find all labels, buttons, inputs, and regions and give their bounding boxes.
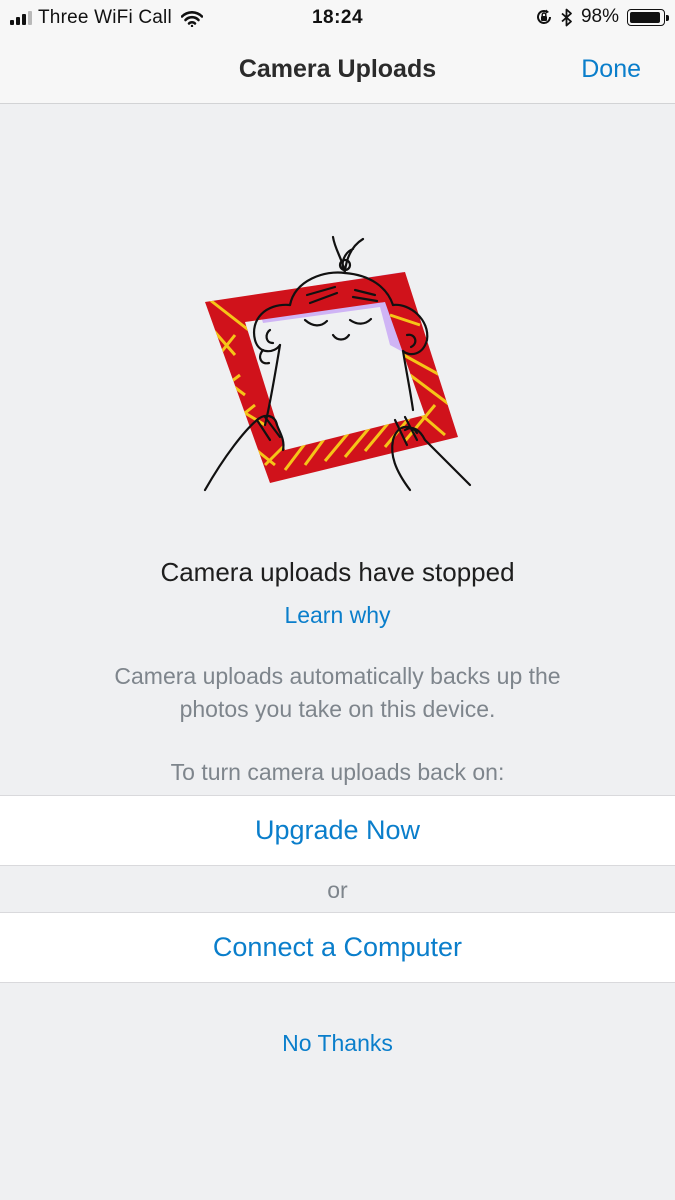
battery-icon (627, 8, 669, 26)
page-title: Camera Uploads (238, 55, 437, 83)
status-bar: Three WiFi Call 18:24 98% (0, 0, 675, 38)
upgrade-now-label: Upgrade Now (254, 815, 421, 845)
camera-frame-illustration (203, 235, 472, 492)
done-button[interactable]: Done (581, 55, 641, 84)
upgrade-now-button[interactable]: Upgrade Now (0, 795, 675, 866)
status-headline: Camera uploads have stopped (160, 557, 515, 587)
instruction-text: To turn camera uploads back on: (170, 759, 505, 785)
bluetooth-icon (561, 8, 572, 26)
status-right: 98% (535, 6, 669, 28)
connect-computer-label: Connect a Computer (212, 932, 463, 962)
no-thanks-button[interactable]: No Thanks (0, 1030, 675, 1057)
learn-why-link[interactable]: Learn why (0, 602, 675, 629)
camera-uploads-screen: Three WiFi Call 18:24 98% Camera Uploads… (0, 0, 675, 1200)
or-separator: or (327, 877, 348, 903)
rotation-lock-icon (537, 9, 551, 24)
description-text: Camera uploads automatically backs up th… (114, 663, 561, 722)
battery-percent: 98% (580, 6, 619, 27)
connect-computer-button[interactable]: Connect a Computer (0, 912, 675, 983)
navigation-bar: Camera Uploads Done (0, 38, 675, 104)
